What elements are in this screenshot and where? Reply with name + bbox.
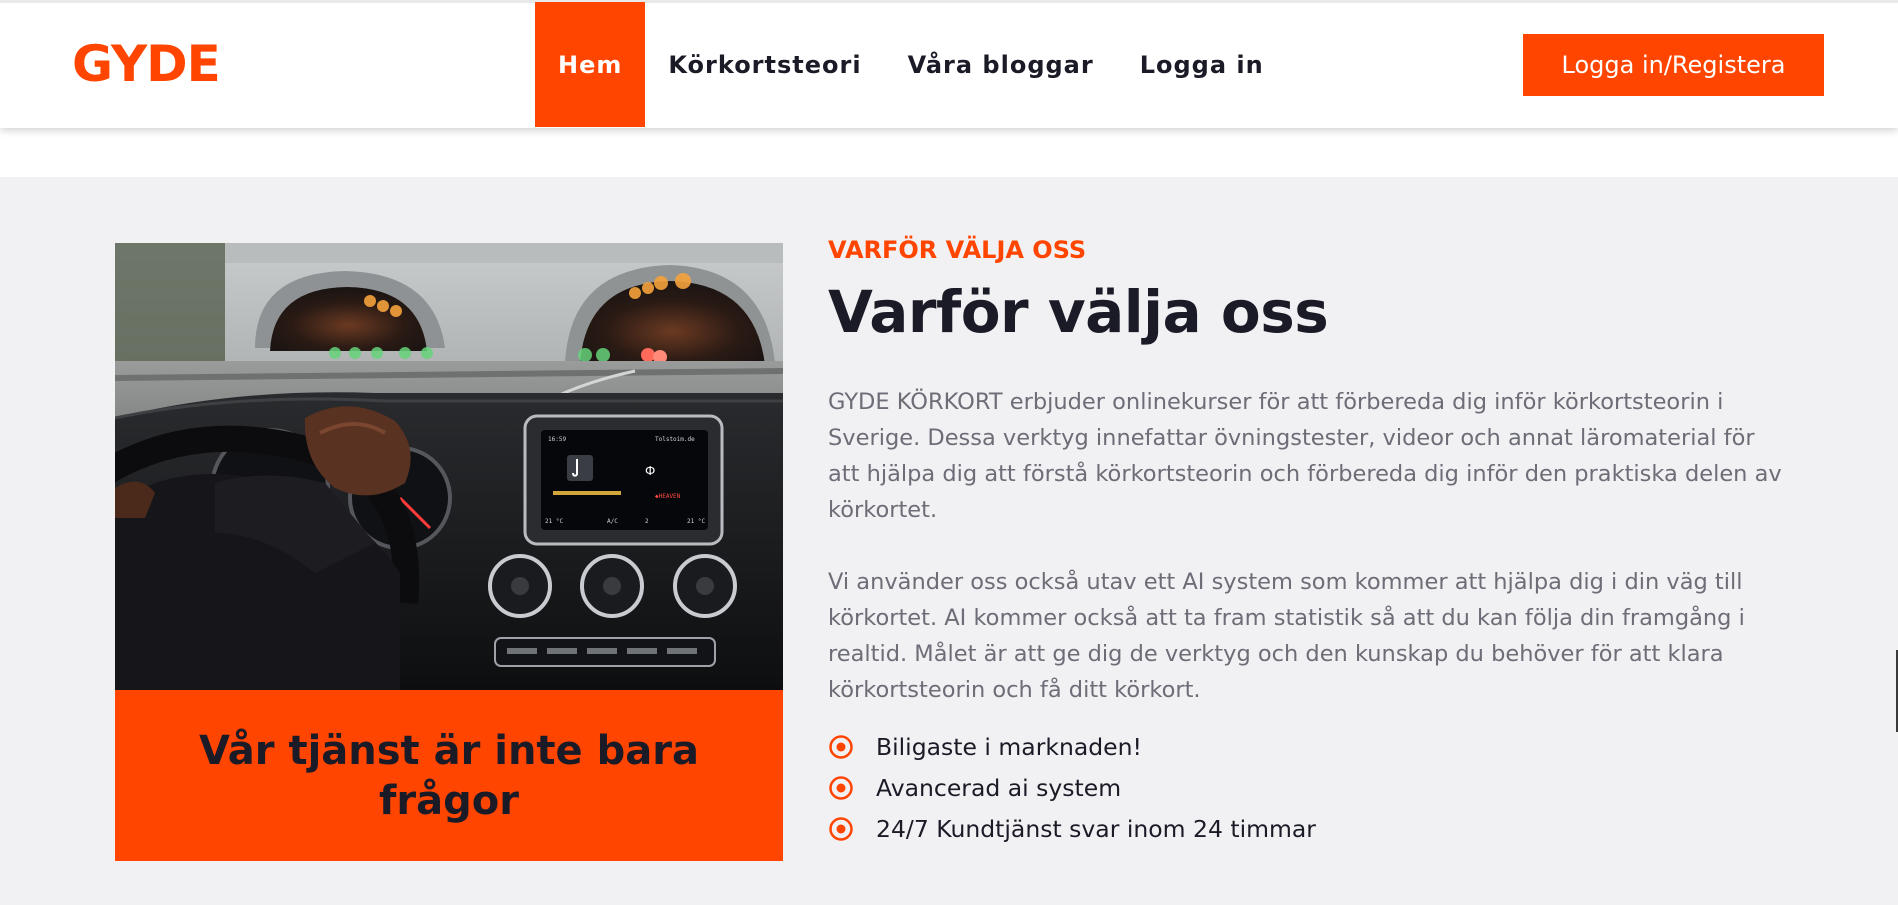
nav-item-vara-bloggar[interactable]: Våra bloggar (908, 2, 1094, 127)
screen-fan-level: 2 (645, 518, 649, 525)
intro-paragraph-2: Vi använder oss också utav ett AI system… (828, 569, 1745, 703)
feature-text: Avancerad ai system (876, 773, 1122, 802)
feature-text: 24/7 Kundtjänst svar inom 24 timmar (876, 814, 1316, 843)
section-title: Varför välja oss (828, 278, 1329, 346)
nav-item-korkortsteori[interactable]: Körkortsteori (668, 2, 861, 127)
header-spacer (0, 128, 1898, 177)
image-caption-text: Vår tjänst är inte bara frågor (199, 727, 699, 824)
feature-text: Biligaste i marknaden! (876, 732, 1142, 761)
radio-dot-icon (828, 775, 854, 801)
feature-item: Avancerad ai system (828, 767, 1316, 808)
feature-item: Biligaste i marknaden! (828, 726, 1316, 767)
car-dashboard-image: 16:59 Tolstoim.de Ф ◆HEAVEN 21 °C A/C 2 … (115, 243, 783, 690)
screen-fan: A/C (607, 518, 618, 525)
radio-dot-icon (828, 816, 854, 842)
page: GYDE Hem Körkortsteori Våra bloggar Logg… (0, 0, 1898, 905)
screen-source: Tolstoim.de (655, 436, 695, 443)
screen-clock: 16:59 (548, 436, 566, 443)
screen-temp-left: 21 °C (545, 518, 563, 525)
nav-item-logga-in[interactable]: Logga in (1140, 2, 1264, 127)
feature-list: Biligaste i marknaden! Avancerad ai syst… (828, 726, 1316, 849)
main-nav: Hem Körkortsteori Våra bloggar Logga in (535, 2, 1310, 127)
radio-dot-icon (828, 734, 854, 760)
login-register-button[interactable]: Logga in/Registera (1523, 34, 1824, 96)
feature-item: 24/7 Kundtjänst svar inom 24 timmar (828, 808, 1316, 849)
intro-paragraph-1: GYDE KÖRKORT erbjuder onlinekurser för a… (828, 389, 1782, 523)
screen-temp-right: 21 °C (687, 518, 705, 525)
screen-nav: ◆HEAVEN (655, 493, 681, 500)
image-caption-box: Vår tjänst är inte bara frågor (115, 690, 783, 861)
brand-logo[interactable]: GYDE (72, 34, 221, 94)
section-eyebrow: VARFÖR VÄLJA OSS (828, 236, 1087, 264)
nav-item-hem[interactable]: Hem (535, 2, 646, 127)
site-header: GYDE Hem Körkortsteori Våra bloggar Logg… (0, 0, 1898, 128)
screen-state: Ф (645, 464, 655, 478)
